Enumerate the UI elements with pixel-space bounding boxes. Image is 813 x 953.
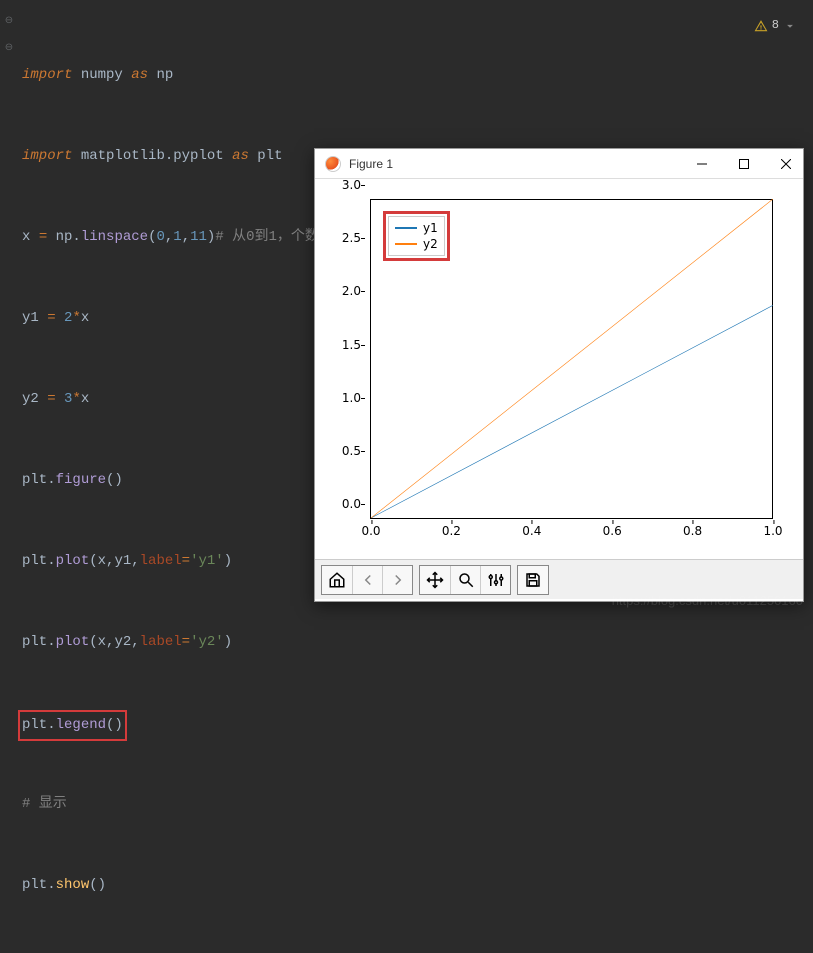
fold-mark: ⊖ bbox=[5, 35, 13, 62]
matplotlib-icon bbox=[325, 156, 341, 172]
legend-item-y2[interactable]: y2 bbox=[395, 236, 438, 252]
titlebar[interactable]: Figure 1 bbox=[315, 149, 803, 179]
legend-swatch bbox=[395, 227, 417, 229]
chevron-icon bbox=[783, 19, 797, 33]
home-button[interactable] bbox=[322, 566, 352, 594]
pan-button[interactable] bbox=[420, 566, 450, 594]
legend[interactable]: y1 y2 bbox=[388, 216, 445, 256]
x-tick: 0.0 bbox=[361, 524, 380, 538]
x-tick: 0.8 bbox=[683, 524, 702, 538]
warning-icon bbox=[754, 19, 768, 33]
y-tick: 0.5 bbox=[333, 444, 361, 458]
y-tick: 0.0 bbox=[333, 497, 361, 511]
minimize-button[interactable] bbox=[695, 157, 709, 171]
close-button[interactable] bbox=[779, 157, 793, 171]
highlight-legend-call: plt.legend() bbox=[18, 710, 127, 741]
y-tick: 1.5 bbox=[333, 338, 361, 352]
plot-canvas[interactable]: 0.0 0.5 1.0 1.5 2.0 2.5 3.0 0.0 0.2 0.4 … bbox=[370, 199, 773, 519]
x-tick: 0.2 bbox=[442, 524, 461, 538]
y-tick: 3.0 bbox=[333, 178, 361, 192]
y-tick: 1.0 bbox=[333, 391, 361, 405]
warnings-badge[interactable]: 8 bbox=[754, 12, 797, 39]
window-title: Figure 1 bbox=[349, 157, 393, 171]
watermark: https://blog.csdn.net/u011250160 bbox=[612, 593, 803, 608]
legend-swatch bbox=[395, 243, 417, 245]
window-controls bbox=[695, 157, 793, 171]
save-button[interactable] bbox=[518, 566, 548, 594]
back-button[interactable] bbox=[352, 566, 382, 594]
y-tick: 2.0 bbox=[333, 284, 361, 298]
legend-highlight: y1 y2 bbox=[383, 211, 450, 261]
code-line[interactable]: # 显示 bbox=[22, 791, 813, 818]
configure-button[interactable] bbox=[480, 566, 510, 594]
plot-area: 0.0 0.5 1.0 1.5 2.0 2.5 3.0 0.0 0.2 0.4 … bbox=[315, 179, 803, 559]
code-line[interactable]: plt.legend() bbox=[22, 710, 813, 737]
code-line[interactable]: plt.show() bbox=[22, 872, 813, 899]
y-tick: 2.5 bbox=[333, 231, 361, 245]
forward-button[interactable] bbox=[382, 566, 412, 594]
figure-window[interactable]: Figure 1 0.0 0.5 1.0 1.5 2.0 2.5 3.0 0.0… bbox=[314, 148, 804, 602]
x-tick: 0.6 bbox=[603, 524, 622, 538]
warning-count: 8 bbox=[772, 12, 779, 39]
zoom-button[interactable] bbox=[450, 566, 480, 594]
legend-item-y1[interactable]: y1 bbox=[395, 220, 438, 236]
code-line[interactable]: plt.plot(x,y2,label='y2') bbox=[22, 629, 813, 656]
x-tick: 0.4 bbox=[522, 524, 541, 538]
code-line[interactable]: import numpy as np bbox=[22, 62, 813, 89]
gutter: ⊖ ⊖ bbox=[0, 8, 18, 62]
maximize-button[interactable] bbox=[737, 157, 751, 171]
fold-mark: ⊖ bbox=[5, 8, 13, 35]
x-tick: 1.0 bbox=[763, 524, 782, 538]
